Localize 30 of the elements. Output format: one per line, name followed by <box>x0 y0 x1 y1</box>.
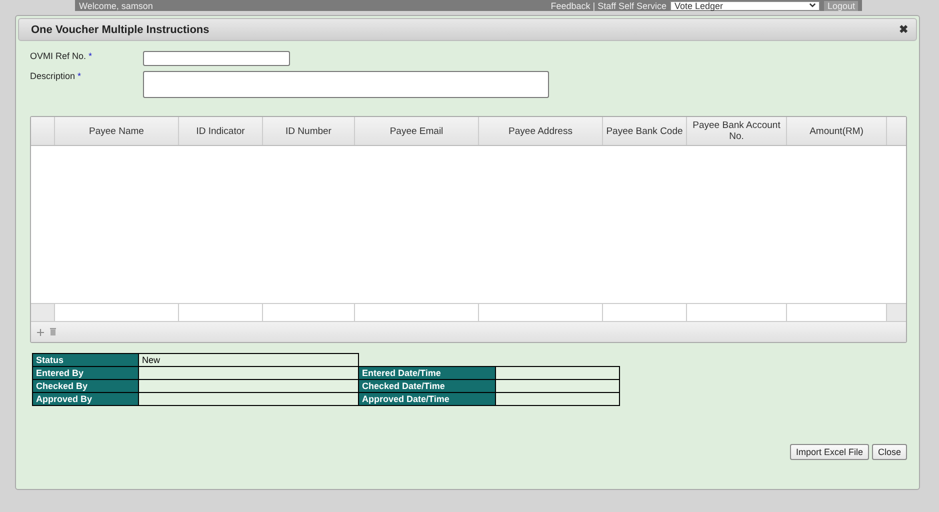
input-field[interactable] <box>143 71 549 98</box>
close-icon[interactable]: ✖ <box>899 23 908 36</box>
column-header[interactable]: Payee Email <box>355 117 479 145</box>
column-header[interactable]: Payee Bank Code <box>603 117 687 145</box>
status-label: Approved Date/Time <box>358 392 496 406</box>
input-field[interactable] <box>143 51 290 66</box>
column-header[interactable]: ID Number <box>263 117 355 145</box>
column-header[interactable]: Payee Address <box>479 117 603 145</box>
action-button[interactable]: Close <box>872 444 907 460</box>
ledger-select[interactable]: Vote Ledger <box>670 0 820 10</box>
status-value: New <box>138 353 359 367</box>
dialog-title: One Voucher Multiple Instructions <box>31 24 210 36</box>
status-label: Approved By <box>32 392 139 406</box>
status-label: Checked By <box>32 379 139 393</box>
add-icon[interactable] <box>37 328 44 336</box>
status-label: Entered By <box>32 366 139 380</box>
trash-icon[interactable] <box>50 328 56 336</box>
field-label: Description * <box>30 71 82 81</box>
header-links[interactable]: Feedback | Staff Self Service <box>550 0 666 10</box>
field-label: OVMI Ref No. * <box>30 51 94 61</box>
column-header[interactable]: ID Indicator <box>179 117 263 145</box>
status-label: Entered Date/Time <box>358 366 496 380</box>
column-header[interactable]: Payee Bank Account No. <box>687 117 787 145</box>
status-label: Status <box>32 353 139 367</box>
status-label: Checked Date/Time <box>358 379 496 393</box>
welcome-text: Welcome, samson <box>79 0 154 10</box>
column-header[interactable]: Payee Name <box>55 117 179 145</box>
chevron-icon <box>809 2 816 8</box>
column-header[interactable]: Amount(RM) <box>787 117 887 145</box>
action-button[interactable]: Import Excel File <box>790 444 869 460</box>
